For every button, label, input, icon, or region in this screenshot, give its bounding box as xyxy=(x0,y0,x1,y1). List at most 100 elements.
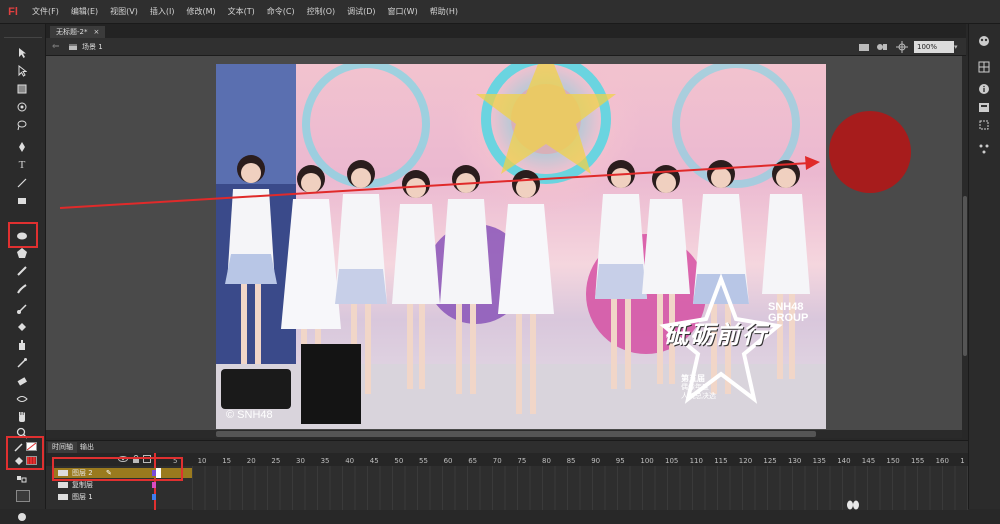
frame-number: 160 xyxy=(935,457,949,465)
frame-number: 65 xyxy=(468,457,478,465)
stage-photo[interactable]: © SNH48 砥砺前行 SNH48 GROUP 第五届 偶像年度 人气总决选 xyxy=(216,64,826,429)
bone-tool-icon[interactable] xyxy=(14,302,30,316)
layer-name: 图层 1 xyxy=(72,493,93,501)
eyedropper-tool-icon[interactable] xyxy=(14,356,30,370)
zoom-select[interactable]: 100% xyxy=(914,41,954,53)
frame-number: 90 xyxy=(591,457,601,465)
vertical-scroll-thumb[interactable] xyxy=(963,196,967,356)
layer-color-swatch[interactable] xyxy=(152,482,156,488)
frame-number: 50 xyxy=(394,457,404,465)
scene-label: 场景 1 xyxy=(82,43,103,51)
menu-item[interactable]: 文本(T) xyxy=(222,6,261,17)
object-drawing-icon[interactable] xyxy=(14,510,30,524)
tools-panel-header[interactable] xyxy=(4,30,42,38)
app-logo: Fl xyxy=(8,5,18,18)
3d-rotation-tool-icon[interactable] xyxy=(14,100,30,114)
lasso-tool-icon[interactable] xyxy=(14,118,30,132)
menu-item[interactable]: 视图(V) xyxy=(104,6,144,17)
edit-scene-icon[interactable] xyxy=(858,42,870,52)
transform-panel-icon[interactable] xyxy=(977,118,991,132)
document-tab[interactable]: 无标题-2* × xyxy=(50,26,106,38)
tools-panel: T xyxy=(0,24,46,521)
frame-number: 120 xyxy=(738,457,753,465)
close-icon[interactable]: × xyxy=(93,26,99,38)
frame-number: 40 xyxy=(345,457,355,465)
center-stage-icon[interactable] xyxy=(896,41,908,53)
layer-highlight-box xyxy=(52,457,183,481)
concert-photo xyxy=(216,64,826,429)
color-panel-icon[interactable] xyxy=(977,34,991,48)
snap-to-objects-icon[interactable] xyxy=(16,490,30,502)
back-arrow-icon[interactable]: ⇐ xyxy=(52,42,62,52)
frame-number: 145 xyxy=(861,457,876,465)
frame-number: 140 xyxy=(837,457,851,465)
layer-icon xyxy=(58,494,68,500)
event-logo-sub3: 人气总决选 xyxy=(681,392,716,400)
horizontal-scrollbar[interactable] xyxy=(46,430,962,438)
frame-number: 115 xyxy=(714,457,728,465)
frame-number: 70 xyxy=(492,457,502,465)
frame-number: 150 xyxy=(886,457,900,465)
frame-number: 10 xyxy=(197,457,207,465)
components-panel-icon[interactable] xyxy=(977,142,991,156)
frame-number: 35 xyxy=(320,457,330,465)
frame-number: 30 xyxy=(296,457,305,465)
properties-panel-icon[interactable] xyxy=(977,82,991,96)
event-logo-sub1: 第五届 xyxy=(681,374,705,383)
selection-tool-icon[interactable] xyxy=(14,46,30,60)
rectangle-tool-icon[interactable] xyxy=(14,194,30,208)
layer-row[interactable]: 图层 1 xyxy=(54,492,192,502)
library-panel-icon[interactable] xyxy=(977,100,991,114)
layer-row[interactable]: 复制层 xyxy=(54,480,192,490)
menu-item[interactable]: 控制(O) xyxy=(301,6,342,17)
event-logo-sub2: 偶像年度 xyxy=(681,383,709,391)
swap-colors-icon[interactable] xyxy=(14,472,30,486)
frame-number: 75 xyxy=(517,457,527,465)
swatches-panel-icon[interactable] xyxy=(977,60,991,74)
menu-item[interactable]: 编辑(E) xyxy=(65,6,104,17)
text-tool-icon[interactable]: T xyxy=(14,158,30,172)
event-logo-title: 砥砺前行 xyxy=(664,321,768,349)
hand-tool-icon[interactable] xyxy=(14,410,30,424)
menu-item[interactable]: 修改(M) xyxy=(180,6,221,17)
width-tool-icon[interactable] xyxy=(14,392,30,406)
color-tools-highlight xyxy=(6,436,44,470)
frame-number: 15 xyxy=(222,457,232,465)
oval-tool-highlight xyxy=(8,222,38,248)
polystar-tool-icon[interactable] xyxy=(14,246,30,260)
frame-number: 20 xyxy=(246,457,256,465)
frame-ruler: 5 10 15 20 25 30 35 40 45 50 55 60 65 70 75 80 85 90 95 100… xyxy=(46,441,968,467)
right-panel xyxy=(968,24,1000,509)
frame-number: 85 xyxy=(566,457,576,465)
frame-number: 80 xyxy=(542,457,551,465)
frame-number: 95 xyxy=(615,457,625,465)
frame-number: 60 xyxy=(443,457,453,465)
pencil-tool-icon[interactable] xyxy=(14,264,30,278)
menu-item[interactable]: 帮助(H) xyxy=(424,6,464,17)
menu-item[interactable]: 文件(F) xyxy=(26,6,65,17)
paint-bucket-tool-icon[interactable] xyxy=(14,320,30,334)
frame-number: 110 xyxy=(689,457,703,465)
pen-tool-icon[interactable] xyxy=(14,140,30,154)
frame-number: 105 xyxy=(665,457,679,465)
menu-item[interactable]: 插入(I) xyxy=(144,6,181,17)
frame-number: 55 xyxy=(419,457,428,465)
edit-symbols-icon[interactable] xyxy=(876,42,888,52)
eraser-tool-icon[interactable] xyxy=(14,374,30,388)
brush-tool-icon[interactable] xyxy=(14,282,30,296)
frame-number: 45 xyxy=(369,457,379,465)
frame-number: 135 xyxy=(812,457,826,465)
frame-number: 1 xyxy=(960,457,965,465)
ink-bottle-tool-icon[interactable] xyxy=(14,338,30,352)
subselection-tool-icon[interactable] xyxy=(14,64,30,78)
free-transform-tool-icon[interactable] xyxy=(14,82,30,96)
menu-item[interactable]: 命令(C) xyxy=(261,6,301,17)
menu-item[interactable]: 调试(D) xyxy=(341,6,381,17)
layer-color-swatch[interactable] xyxy=(152,494,156,500)
menu-item[interactable]: 窗口(W) xyxy=(382,6,424,17)
layer-name: 复制层 xyxy=(72,481,93,489)
line-tool-icon[interactable] xyxy=(14,176,30,190)
chevron-down-icon[interactable]: ▾ xyxy=(954,41,962,53)
horizontal-scroll-thumb[interactable] xyxy=(216,431,816,437)
photo-watermark: © SNH48 xyxy=(226,409,273,421)
